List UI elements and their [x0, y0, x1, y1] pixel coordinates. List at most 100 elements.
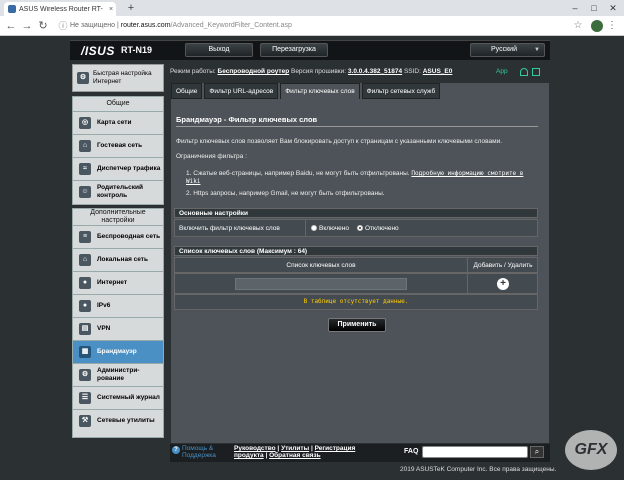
keyword-input[interactable] — [235, 278, 407, 290]
radio-enabled[interactable]: Включено — [311, 225, 349, 232]
bookmark-star-icon[interactable]: ☆ — [572, 19, 584, 33]
watermark-logo: GFX — [565, 430, 617, 470]
usb-status-icon[interactable] — [532, 68, 540, 76]
tab-close-icon[interactable]: × — [106, 6, 116, 13]
guest-network-icon: ⌂ — [79, 140, 91, 152]
feedback-link[interactable]: Обратная связь — [269, 452, 321, 459]
forward-icon[interactable]: → — [20, 19, 34, 33]
faq-search-input[interactable] — [422, 446, 528, 458]
quick-setup-button[interactable]: ⚙ Быстрая настройка Интернет — [72, 64, 164, 92]
tab-general[interactable]: Общие — [171, 83, 203, 99]
registration-link-line2[interactable]: продукта — [234, 452, 264, 459]
sidebar-item-wireless[interactable]: ≡ Беспроводная сеть — [73, 225, 163, 248]
sidebar-item-label: Гостевая сеть — [97, 142, 143, 149]
vpn-icon: ▤ — [79, 323, 91, 335]
sidebar-item-traffic-manager[interactable]: ≈ Диспетчер трафика — [73, 157, 163, 180]
sidebar-item-lan[interactable]: ⌂ Локальная сеть — [73, 248, 163, 271]
sidebar-advanced-section: Дополнительные настройки ≡ Беспроводная … — [72, 208, 164, 438]
firmware-link[interactable]: 3.0.0.4.382_51874 — [348, 68, 402, 75]
wireless-icon: ≡ — [79, 231, 91, 243]
site-info-icon[interactable]: ⓘ — [56, 19, 70, 33]
sidebar-item-vpn[interactable]: ▤ VPN — [73, 317, 163, 340]
sidebar-item-label: Родительский контроль — [97, 184, 143, 199]
tab-keyword-filter[interactable]: Фильтр ключевых слов — [280, 83, 360, 99]
network-map-icon: ◎ — [79, 117, 91, 129]
keyword-list-header: Список ключевых слов (Максимум : 64) — [174, 246, 538, 256]
sidebar-item-network-map[interactable]: ◎ Карта сети — [73, 111, 163, 134]
add-keyword-icon[interactable]: + — [497, 278, 509, 290]
browser-tab-title: ASUS Wireless Router RT-N19 - У — [19, 5, 103, 13]
language-select[interactable]: Русский ▼ — [470, 43, 545, 57]
sidebar-item-label: Карта сети — [97, 119, 132, 126]
search-icon[interactable]: ⌕ — [530, 446, 544, 458]
limit-1-text: 1. Сжатые веб-страницы, например Baidu, … — [186, 170, 410, 177]
tab-service-filter[interactable]: Фильтр сетевых служб — [361, 83, 441, 99]
radio-disabled[interactable]: Отключено — [356, 225, 399, 232]
faq-label: FAQ — [404, 448, 419, 455]
radio-disabled-label: Отключено — [364, 225, 399, 232]
help-label: Помощь & — [182, 445, 214, 452]
firewall-tabs: Общие Фильтр URL-адресов Фильтр ключевых… — [171, 83, 441, 99]
sidebar-item-wan[interactable]: ● Интернет — [73, 271, 163, 294]
enable-filter-row: Включить фильтр ключевых слов Включено О… — [174, 219, 538, 237]
wifi-status-icon[interactable] — [520, 68, 528, 76]
lan-icon: ⌂ — [79, 254, 91, 266]
sidebar-item-label: VPN — [97, 325, 111, 332]
col-add-delete: Добавить / Удалить — [473, 262, 533, 269]
footer-links: Руководство | Утилиты | Регистрация прод… — [234, 445, 355, 459]
utilities-link[interactable]: Утилиты — [281, 445, 309, 452]
sidebar-item-administration[interactable]: ⚙ Администри-рование — [73, 363, 163, 386]
radio-enabled-label: Включено — [319, 225, 349, 232]
sidebar-item-ipv6[interactable]: ● IPv6 — [73, 294, 163, 317]
app-link[interactable]: App — [496, 62, 508, 82]
intro-text: Фильтр ключевых слов позволяет Вам блоки… — [176, 138, 503, 145]
sidebar-item-label: Системный журнал — [97, 394, 160, 401]
quick-setup-label: Быстрая настройка Интернет — [93, 70, 152, 85]
footer-separator: | — [277, 445, 280, 452]
window-maximize-button[interactable]: □ — [585, 0, 603, 16]
keyword-input-row: + — [174, 273, 538, 294]
reload-icon[interactable]: ↻ — [36, 19, 50, 33]
limits-header: Ограничения фильтра : — [176, 153, 247, 160]
ssid-link[interactable]: ASUS_E0 — [423, 68, 453, 75]
logout-button[interactable]: Выход — [185, 43, 253, 57]
sidebar-item-label: Брандмауэр — [97, 348, 137, 355]
parental-control-icon: ☺ — [79, 186, 91, 198]
sidebar-item-parental-control[interactable]: ☺ Родительский контроль — [73, 180, 163, 203]
registration-link[interactable]: Регистрация — [315, 445, 356, 452]
browser-tab[interactable]: ASUS Wireless Router RT-N19 - У × — [4, 2, 116, 16]
sidebar-item-system-log[interactable]: ☰ Системный журнал — [73, 386, 163, 409]
page-title: Брандмауэр - Фильтр ключевых слов — [176, 115, 318, 124]
window-minimize-button[interactable]: – — [566, 0, 584, 16]
help-support-link[interactable]: Помощь & Поддержка — [182, 445, 216, 459]
back-icon[interactable]: ← — [4, 19, 18, 33]
empty-table-message: В таблице отсутствует данные. — [174, 294, 538, 310]
router-model: RT-N19 — [121, 45, 153, 55]
sidebar-item-guest-network[interactable]: ⌂ Гостевая сеть — [73, 134, 163, 157]
tab-url-filter[interactable]: Фильтр URL-адресов — [204, 83, 279, 99]
limit-item-1: 1. Сжатые веб-страницы, например Baidu, … — [186, 170, 536, 186]
window-close-button[interactable]: ✕ — [604, 0, 622, 16]
manual-link[interactable]: Руководство — [234, 445, 276, 452]
footer-separator: | — [310, 445, 313, 452]
sidebar-item-firewall[interactable]: ▦ Брандмауэр — [73, 340, 163, 363]
reboot-button[interactable]: Перезагрузка — [260, 43, 328, 57]
sidebar-item-label: Диспетчер трафика — [97, 165, 161, 172]
col-divider — [467, 274, 468, 293]
address-bar[interactable]: Не защищено | router.asus.com/Advanced_K… — [70, 20, 292, 32]
mode-label: Режим работы: — [170, 68, 216, 75]
apply-button[interactable]: Применить — [328, 318, 386, 332]
router-status-bar: Режим работы: Беспроводной роутер Версия… — [170, 62, 550, 82]
browser-menu-icon[interactable]: ⋮ — [606, 19, 618, 33]
new-tab-button[interactable]: + — [124, 2, 138, 14]
url-path: /Advanced_KeywordFilter_Content.asp — [170, 22, 292, 29]
enable-filter-label: Включить фильтр ключевых слов — [179, 225, 280, 232]
copyright: 2019 ASUSTeK Computer Inc. Все права защ… — [400, 466, 557, 473]
radio-disabled-icon[interactable] — [356, 225, 363, 232]
url-separator: | — [116, 22, 119, 29]
sidebar-item-label: Администри-рование — [97, 367, 140, 382]
mode-link[interactable]: Беспроводной роутер — [218, 68, 290, 75]
radio-enabled-icon[interactable] — [311, 225, 317, 232]
sidebar-item-network-tools[interactable]: ⚒ Сетевые утилиты — [73, 409, 163, 432]
profile-avatar[interactable] — [591, 20, 603, 32]
